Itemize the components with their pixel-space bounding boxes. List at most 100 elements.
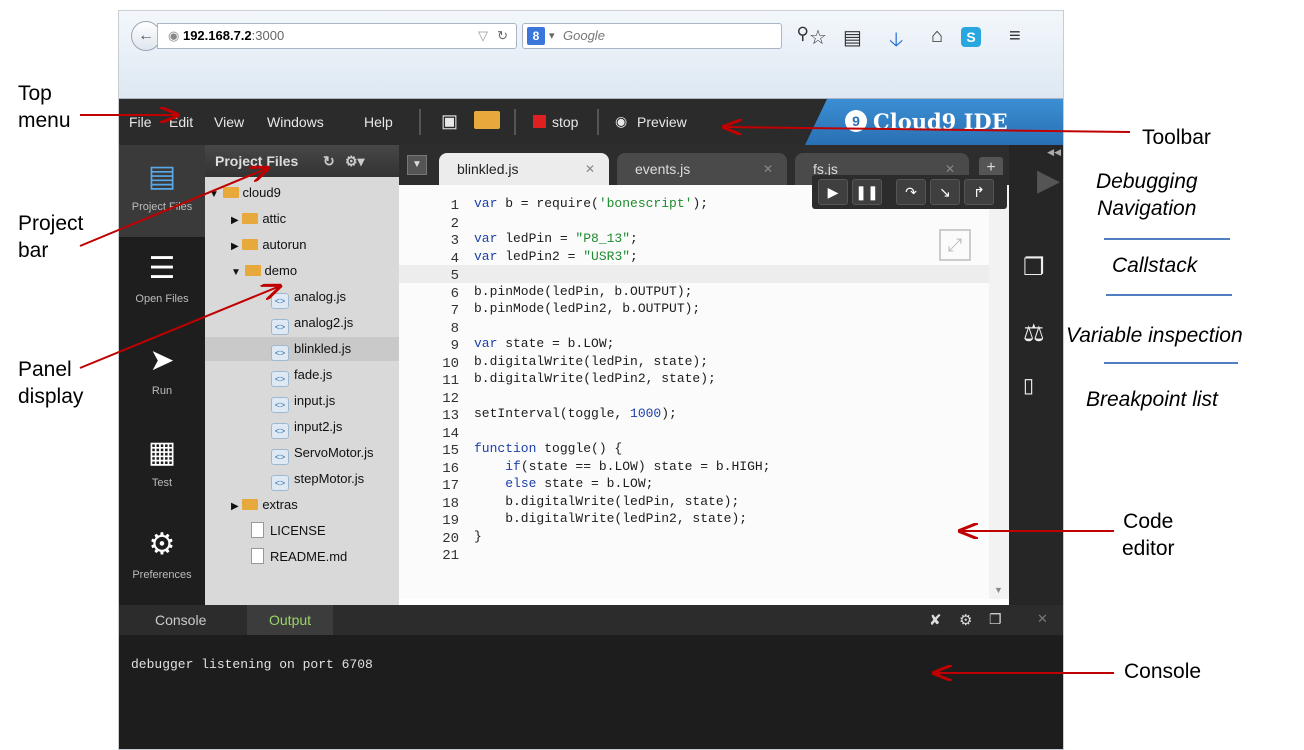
tree-file-stepmotor[interactable]: <> stepMotor.js bbox=[271, 467, 364, 491]
variable-inspection-icon[interactable]: ⚖ bbox=[1023, 319, 1045, 348]
search-input[interactable]: 8 ▾ Google ⚲ bbox=[522, 23, 809, 49]
code-line[interactable]: 6 b.pinMode(ledPin, b.OUTPUT); bbox=[399, 283, 989, 302]
save-icon[interactable]: ▣ bbox=[441, 111, 458, 132]
scroll-down-icon[interactable]: ▼ bbox=[994, 585, 1003, 595]
callstack-icon[interactable]: ❐ bbox=[1023, 253, 1045, 282]
tree-file-input2[interactable]: <> input2.js bbox=[271, 415, 342, 439]
menu-windows[interactable]: Windows bbox=[267, 114, 324, 130]
code-line[interactable]: 17 else state = b.LOW; bbox=[399, 475, 989, 494]
code-editor[interactable]: 1 var b = require('bonescript'); 2 3 var led… bbox=[399, 185, 1009, 599]
step-into-icon[interactable]: ↘ bbox=[930, 179, 960, 205]
fullscreen-icon[interactable]: ⤢ bbox=[939, 229, 971, 261]
sidebar-item-preferences[interactable]: ⚙ Preferences bbox=[119, 513, 205, 605]
tree-file-readme[interactable]: README.md bbox=[251, 545, 347, 569]
code-lines: 1 var b = require('bonescript'); 2 3 var led… bbox=[399, 195, 989, 564]
gear-icon[interactable]: ⚙▾ bbox=[345, 145, 365, 177]
collapse-panel-icon[interactable]: ◀◀ bbox=[1047, 147, 1061, 158]
continue-icon[interactable]: ▶ bbox=[1037, 163, 1060, 198]
code-line[interactable]: 10 b.digitalWrite(ledPin, state); bbox=[399, 353, 989, 372]
url-port: :3000 bbox=[251, 28, 285, 43]
skype-icon[interactable]: S bbox=[961, 27, 981, 47]
expand-arrow-icon[interactable]: ▼ bbox=[209, 189, 219, 200]
tree-file-input[interactable]: <> input.js bbox=[271, 389, 335, 413]
code-line[interactable]: 5 bbox=[399, 265, 989, 284]
tree-folder-autorun[interactable]: ▶ autorun bbox=[231, 233, 306, 257]
editor-scrollbar[interactable]: ▼ bbox=[989, 185, 1009, 599]
collapse-arrow-icon[interactable]: ▶ bbox=[231, 241, 239, 252]
gear-icon[interactable]: ⚙ bbox=[959, 611, 972, 629]
tab-blinkled[interactable]: blinkled.js ✕ bbox=[439, 153, 609, 185]
step-over-icon[interactable]: ↷ bbox=[896, 179, 926, 205]
tree-folder-demo[interactable]: ▼ demo bbox=[231, 259, 297, 283]
open-folder-icon[interactable] bbox=[474, 111, 500, 129]
menu-help[interactable]: Help bbox=[364, 114, 393, 130]
code-line[interactable]: 20} bbox=[399, 528, 989, 547]
star-icon[interactable]: ☆ bbox=[809, 25, 827, 50]
stop-button[interactable]: stop bbox=[552, 114, 578, 130]
clear-console-icon[interactable]: ✘ bbox=[929, 611, 942, 629]
code-line[interactable]: 4 var ledPin2 = "USR3"; bbox=[399, 248, 989, 267]
tree-file-license[interactable]: LICENSE bbox=[251, 519, 326, 543]
url-bar[interactable]: ◉ 192.168.7.2:3000 ▽ ↻ bbox=[157, 23, 517, 49]
home-icon[interactable]: ⌂ bbox=[931, 25, 943, 48]
tree-file-servomotor[interactable]: <> ServoMotor.js bbox=[271, 441, 373, 465]
sidebar-item-label: Test bbox=[151, 477, 173, 489]
resume-icon[interactable]: ▶ bbox=[818, 179, 848, 205]
sidebar-item-open-files[interactable]: ☰ Open Files bbox=[119, 237, 205, 329]
sidebar-item-label: Project Files bbox=[131, 201, 193, 213]
preview-button[interactable]: Preview bbox=[637, 114, 687, 130]
hamburger-menu-icon[interactable]: ≡ bbox=[1009, 25, 1021, 48]
code-line[interactable]: 8 bbox=[399, 318, 989, 337]
tab-menu-icon[interactable]: ▼ bbox=[407, 155, 427, 175]
menu-edit[interactable]: Edit bbox=[169, 114, 193, 130]
code-line[interactable]: 15 function toggle() { bbox=[399, 440, 989, 459]
tab-console[interactable]: Console bbox=[133, 605, 228, 635]
sidebar-item-project-files[interactable]: ▤ Project Files bbox=[119, 145, 205, 237]
code-line[interactable]: 19 b.digitalWrite(ledPin2, state); bbox=[399, 510, 989, 529]
tree-file-fade[interactable]: <> fade.js bbox=[271, 363, 332, 387]
breakpoint-list-icon[interactable]: ▯ bbox=[1023, 373, 1034, 398]
download-icon[interactable]: 🡣 bbox=[889, 25, 903, 59]
code-line[interactable]: 14 bbox=[399, 423, 989, 442]
code-line[interactable]: 13 setInterval(toggle, 1000); bbox=[399, 405, 989, 424]
tree-file-analog[interactable]: <> analog.js bbox=[271, 285, 346, 309]
tab-output[interactable]: Output bbox=[247, 605, 334, 635]
code-line[interactable]: 11 b.digitalWrite(ledPin2, state); bbox=[399, 370, 989, 389]
sidebar-item-test[interactable]: ▦ Test bbox=[119, 421, 205, 513]
tree-folder-extras[interactable]: ▶ extras bbox=[231, 493, 298, 517]
folder-icon bbox=[244, 265, 261, 276]
code-line[interactable]: 7 b.pinMode(ledPin2, b.OUTPUT); bbox=[399, 300, 989, 319]
code-line[interactable]: 18 b.digitalWrite(ledPin, state); bbox=[399, 493, 989, 512]
tree-folder-attic[interactable]: ▶ attic bbox=[231, 207, 286, 231]
code-line[interactable]: 9 var state = b.LOW; bbox=[399, 335, 989, 354]
pause-icon[interactable]: ❚❚ bbox=[852, 179, 882, 205]
dropdown-icon[interactable]: ▽ bbox=[478, 24, 488, 48]
code-line[interactable]: 3 var ledPin = "P8_13"; bbox=[399, 230, 989, 249]
stop-icon[interactable] bbox=[533, 115, 546, 128]
expand-arrow-icon[interactable]: ▼ bbox=[231, 267, 241, 278]
code-line[interactable]: 16 if(state == b.LOW) state = b.HIGH; bbox=[399, 458, 989, 477]
annotation-callstack: Callstack bbox=[1112, 254, 1198, 277]
tree-file-analog2[interactable]: <> analog2.js bbox=[271, 311, 353, 335]
close-icon[interactable]: ✕ bbox=[1037, 611, 1048, 627]
collapse-arrow-icon[interactable]: ▶ bbox=[231, 215, 239, 226]
menu-view[interactable]: View bbox=[214, 114, 244, 130]
tab-events[interactable]: events.js ✕ bbox=[617, 153, 787, 185]
reload-icon[interactable]: ↻ bbox=[497, 24, 508, 48]
reading-list-icon[interactable]: ▤ bbox=[843, 25, 862, 50]
menu-file[interactable]: File bbox=[129, 114, 152, 130]
sidebar-item-run[interactable]: ➤ Run bbox=[119, 329, 205, 421]
step-out-icon[interactable]: ↱ bbox=[964, 179, 994, 205]
tree-folder-cloud9[interactable]: ▼ cloud9 bbox=[209, 181, 281, 205]
close-icon[interactable]: ✕ bbox=[763, 153, 773, 185]
refresh-icon[interactable]: ↻ bbox=[323, 145, 335, 177]
search-icon[interactable]: ⚲ bbox=[797, 22, 809, 46]
js-file-icon: <> bbox=[271, 475, 289, 491]
close-icon[interactable]: ✕ bbox=[585, 153, 595, 185]
maximize-icon[interactable]: ❐ bbox=[989, 611, 1002, 628]
code-line[interactable]: 21 bbox=[399, 545, 989, 564]
code-line[interactable]: 2 bbox=[399, 213, 989, 232]
tree-file-blinkled[interactable]: <> blinkled.js bbox=[205, 337, 399, 361]
code-line[interactable]: 12 bbox=[399, 388, 989, 407]
collapse-arrow-icon[interactable]: ▶ bbox=[231, 501, 239, 512]
